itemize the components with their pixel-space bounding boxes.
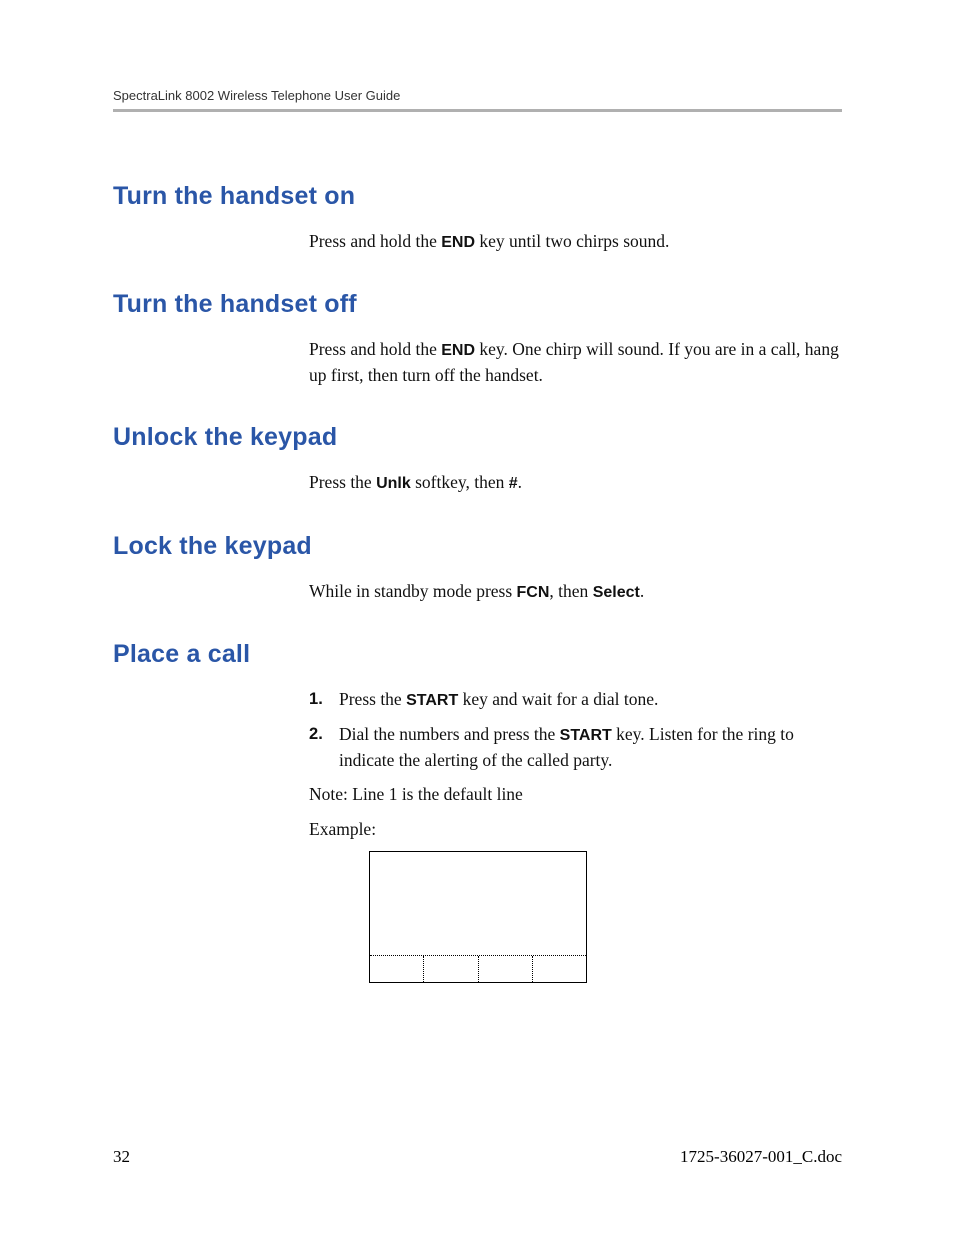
text: key until two chirps sound. [475, 231, 669, 251]
page-number: 32 [113, 1147, 130, 1167]
section-heading-turn-off: Turn the handset off [113, 290, 842, 319]
softkey-3 [479, 956, 533, 982]
section-body-turn-off: Press and hold the END key. One chirp wi… [309, 337, 842, 387]
text: , then [549, 581, 592, 601]
text: While in standby mode press [309, 581, 517, 601]
softkey-1 [370, 956, 424, 982]
step-2: Dial the numbers and press the START key… [309, 722, 842, 772]
section-heading-unlock: Unlock the keypad [113, 423, 842, 452]
softkey-4 [533, 956, 586, 982]
section-body-place-call: Press the START key and wait for a dial … [309, 687, 842, 983]
key-end: END [441, 234, 475, 251]
text: softkey, then [411, 472, 509, 492]
key-end: END [441, 342, 475, 359]
key-unlk: Unlk [376, 475, 411, 492]
section-body-turn-on: Press and hold the END key until two chi… [309, 229, 842, 254]
section-heading-lock: Lock the keypad [113, 532, 842, 561]
section-body-lock: While in standby mode press FCN, then Se… [309, 579, 842, 604]
doc-id: 1725-36027-001_C.doc [680, 1147, 842, 1167]
key-start: START [406, 692, 458, 709]
steps-list: Press the START key and wait for a dial … [309, 687, 842, 772]
key-hash: # [509, 475, 518, 492]
note-line: Note: Line 1 is the default line [309, 782, 842, 807]
text: Press and hold the [309, 339, 441, 359]
page-footer: 32 1725-36027-001_C.doc [113, 1147, 842, 1167]
phone-softkey-row [370, 956, 586, 982]
header-rule [113, 109, 842, 112]
text: Dial the numbers and press the [339, 724, 560, 744]
text: Press the [309, 472, 376, 492]
section-heading-turn-on: Turn the handset on [113, 182, 842, 211]
key-fcn: FCN [517, 584, 550, 601]
text: Press and hold the [309, 231, 441, 251]
running-header: SpectraLink 8002 Wireless Telephone User… [113, 88, 842, 109]
text: . [518, 472, 522, 492]
step-1: Press the START key and wait for a dial … [309, 687, 842, 712]
section-heading-place-call: Place a call [113, 640, 842, 669]
key-start: START [560, 727, 612, 744]
text: Press the [339, 689, 406, 709]
text: key and wait for a dial tone. [458, 689, 658, 709]
section-body-unlock: Press the Unlk softkey, then #. [309, 470, 842, 495]
key-select: Select [593, 584, 640, 601]
phone-display-screen [370, 852, 586, 956]
text: . [640, 581, 644, 601]
phone-display-example [369, 851, 587, 983]
softkey-2 [424, 956, 478, 982]
example-label: Example: [309, 817, 842, 842]
